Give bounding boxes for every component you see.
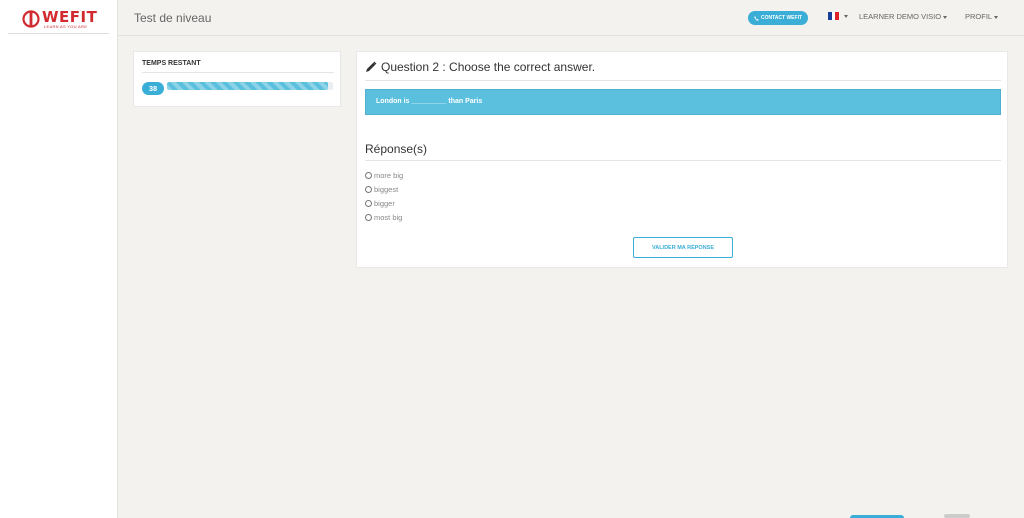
responses-divider <box>365 160 1001 161</box>
timer-progress-track <box>167 82 333 90</box>
contact-wefit-label: CONTACT WEFIT <box>761 15 803 21</box>
user-menu-caret-icon <box>943 15 948 19</box>
answer-option-bigger[interactable]: bigger <box>365 199 395 208</box>
question-panel: Question 2 : Choose the correct answer. … <box>356 51 1008 268</box>
contact-wefit-button[interactable]: CONTACT WEFIT <box>748 11 809 25</box>
radio-button[interactable] <box>365 172 372 179</box>
french-flag-icon[interactable] <box>828 12 840 20</box>
responses-title: Réponse(s) <box>365 142 428 156</box>
radio-button[interactable] <box>365 200 372 207</box>
answer-option-biggest[interactable]: biggest <box>365 185 398 194</box>
timer-title: TEMPS RESTANT <box>142 60 201 67</box>
radio-button[interactable] <box>365 186 372 193</box>
radio-button[interactable] <box>365 214 372 221</box>
phone-icon <box>754 15 759 21</box>
question-title: Question 2 : Choose the correct answer. <box>381 60 596 74</box>
answer-option-label: biggest <box>374 185 399 194</box>
timer-divider <box>142 72 334 73</box>
user-menu[interactable]: LEARNER DEMO VISIO <box>859 12 948 21</box>
language-caret-icon[interactable] <box>844 15 848 18</box>
answer-option-most-big[interactable]: most big <box>365 213 402 222</box>
timer-progress-fill <box>167 82 329 90</box>
timer-value-badge: 38 <box>142 82 164 95</box>
profile-menu-label: PROFIL <box>965 12 993 21</box>
answer-option-label: most big <box>374 213 403 222</box>
top-navbar: Test de niveau CONTACT WEFIT LEARNER DEM… <box>118 0 1024 36</box>
sidebar: WEFIT LEARN AS YOU ARE <box>0 0 118 518</box>
profile-menu[interactable]: PROFIL <box>965 12 999 21</box>
pencil-icon <box>366 61 377 72</box>
submit-answer-button[interactable]: VALIDER MA RÉPONSE <box>633 237 733 258</box>
answer-option-label: bigger <box>374 199 395 208</box>
timer-panel: TEMPS RESTANT 38 <box>133 51 341 107</box>
answer-option-label: more big <box>374 171 404 180</box>
question-heading: Question 2 : Choose the correct answer. <box>365 60 595 74</box>
wefit-logo-icon <box>22 10 40 28</box>
profile-menu-caret-icon <box>994 15 999 19</box>
user-menu-label: LEARNER DEMO VISIO <box>859 12 942 21</box>
bottom-edge-element <box>944 514 970 518</box>
page-title: Test de niveau <box>134 11 212 25</box>
question-prompt: London is _________ than Paris <box>365 89 1001 115</box>
answer-option-more-big[interactable]: more big <box>365 171 403 180</box>
brand-tagline: LEARN AS YOU ARE <box>44 24 88 29</box>
wefit-logo[interactable]: WEFIT LEARN AS YOU ARE <box>8 4 109 34</box>
question-divider <box>365 80 1001 81</box>
